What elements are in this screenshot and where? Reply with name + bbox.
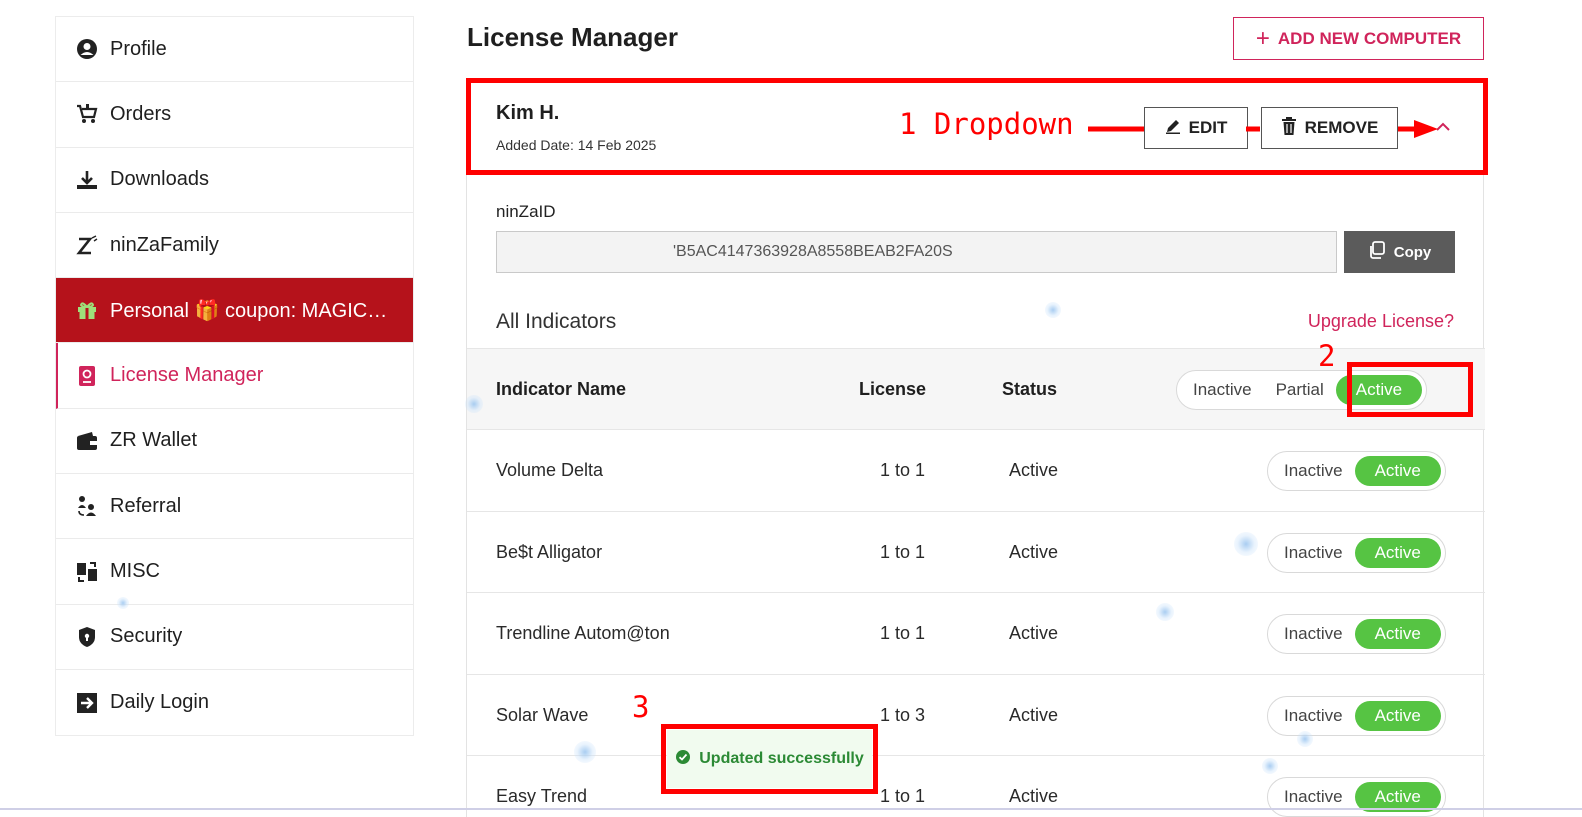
active-option[interactable]: Active bbox=[1354, 619, 1441, 649]
sidebar-item-label: ZR Wallet bbox=[110, 429, 198, 452]
sidebar-item-daily-login[interactable]: Daily Login bbox=[56, 670, 413, 735]
indicator-name: Volume Delta bbox=[496, 460, 604, 480]
inactive-option[interactable]: Inactive bbox=[1272, 619, 1355, 649]
annotation-label-1: 1 Dropdown bbox=[899, 107, 1074, 141]
column-license: License bbox=[859, 379, 927, 399]
download-icon bbox=[76, 169, 98, 191]
sidebar-item-misc[interactable]: MISC bbox=[56, 539, 413, 605]
decor-bubble bbox=[1156, 603, 1174, 621]
decor-bubble bbox=[1262, 758, 1278, 774]
indicator-license: 1 to 1 bbox=[879, 623, 925, 643]
bulk-partial-option[interactable]: Partial bbox=[1264, 375, 1336, 405]
annotation-label-3: 3 bbox=[632, 690, 650, 724]
indicator-status: Active bbox=[1009, 623, 1059, 643]
decor-bubble bbox=[1045, 302, 1061, 318]
indicator-license: 1 to 1 bbox=[879, 541, 925, 562]
inactive-option[interactable]: Inactive bbox=[1272, 456, 1355, 486]
copy-icon bbox=[1368, 241, 1386, 263]
sidebar-item-label: MISC bbox=[110, 560, 160, 583]
sidebar-item-security[interactable]: Security bbox=[56, 605, 413, 670]
computer-panel: Kim H. Added Date: 14 Feb 2025 EDIT REMO… bbox=[466, 78, 1485, 817]
bottom-divider bbox=[0, 808, 1582, 810]
sidebar-item-label: Profile bbox=[110, 37, 167, 60]
active-option[interactable]: Active bbox=[1354, 537, 1441, 568]
table-row: Trendline Autom@ton 1 to 1 Active Inacti… bbox=[467, 593, 1485, 675]
indicator-name: Easy Trend bbox=[496, 786, 588, 806]
sidebar-item-downloads[interactable]: Downloads bbox=[56, 148, 413, 213]
user-circle-icon bbox=[76, 38, 98, 60]
table-row: Be$t Alligator 1 to 1 Active Inactive Ac… bbox=[467, 512, 1485, 593]
status-toggle: Inactive Active bbox=[1267, 614, 1446, 654]
indicator-license: 1 to 1 bbox=[879, 460, 925, 480]
sidebar-item-label: Downloads bbox=[110, 168, 209, 191]
inactive-option[interactable]: Inactive bbox=[1272, 538, 1355, 568]
column-indicator-name: Indicator Name bbox=[496, 379, 627, 399]
decor-bubble bbox=[465, 395, 483, 413]
annotation-arrow bbox=[1088, 120, 1438, 138]
add-new-computer-label: ADD NEW COMPUTER bbox=[1277, 28, 1462, 48]
indicator-license: 1 to 3 bbox=[879, 704, 925, 725]
login-icon bbox=[76, 692, 98, 714]
license-icon bbox=[76, 365, 98, 387]
status-toggle: Inactive Active bbox=[1267, 777, 1446, 817]
active-option[interactable]: Active bbox=[1354, 700, 1441, 731]
page-title: License Manager bbox=[467, 22, 678, 52]
referral-icon bbox=[76, 495, 98, 517]
sidebar-item-orders[interactable]: Orders bbox=[56, 82, 413, 148]
indicator-status: Active bbox=[1009, 704, 1059, 725]
annotation-label-2: 2 bbox=[1318, 339, 1336, 373]
inactive-option[interactable]: Inactive bbox=[1272, 701, 1355, 731]
ninzaid-label: ninZaID bbox=[496, 202, 556, 221]
plus-icon: + bbox=[1255, 24, 1270, 52]
sidebar-item-label: ninZaFamily bbox=[110, 233, 219, 256]
annotation-box-3 bbox=[661, 724, 878, 794]
bulk-inactive-option[interactable]: Inactive bbox=[1181, 375, 1264, 405]
active-option[interactable]: Active bbox=[1354, 456, 1441, 486]
copy-label: Copy bbox=[1393, 243, 1432, 261]
indicator-status: Active bbox=[1009, 460, 1059, 480]
sidebar-item-label: Orders bbox=[110, 102, 172, 125]
column-status: Status bbox=[1002, 379, 1058, 399]
annotation-box-2 bbox=[1347, 362, 1473, 417]
table-row: Solar Wave 1 to 3 Active Inactive Active bbox=[467, 675, 1485, 756]
misc-icon bbox=[76, 561, 98, 583]
sidebar: Profile Orders Downloads ninZaFamily Per… bbox=[56, 17, 413, 736]
sidebar-item-zr-wallet[interactable]: ZR Wallet bbox=[56, 409, 413, 475]
status-toggle: Inactive Active bbox=[1267, 451, 1446, 491]
sidebar-item-label: Referral bbox=[110, 494, 182, 517]
sidebar-item-label: License Manager bbox=[110, 364, 264, 387]
indicator-status: Active bbox=[1009, 786, 1059, 806]
sidebar-item-coupon[interactable]: Personal 🎁 coupon: MAGICAL... bbox=[56, 278, 413, 344]
sidebar-item-ninzafamily[interactable]: ninZaFamily bbox=[56, 213, 413, 279]
cart-icon bbox=[76, 103, 98, 125]
table-row: Volume Delta 1 to 1 Active Inactive Acti… bbox=[467, 430, 1485, 512]
indicator-status: Active bbox=[1009, 541, 1059, 562]
gift-icon bbox=[76, 299, 98, 321]
all-indicators-title: All Indicators bbox=[496, 310, 617, 333]
sidebar-item-label: Daily Login bbox=[110, 691, 209, 714]
decor-bubble bbox=[117, 597, 129, 609]
indicator-name: Solar Wave bbox=[496, 704, 589, 725]
ninzaid-field[interactable] bbox=[496, 231, 1337, 273]
indicator-name: Be$t Alligator bbox=[496, 541, 603, 562]
decor-bubble bbox=[1234, 532, 1258, 556]
copy-button[interactable]: Copy bbox=[1344, 231, 1455, 273]
add-new-computer-button[interactable]: + ADD NEW COMPUTER bbox=[1233, 17, 1484, 60]
upgrade-license-link[interactable]: Upgrade License? bbox=[1308, 311, 1454, 332]
indicator-name: Trendline Autom@ton bbox=[496, 623, 670, 643]
ninza-z-icon bbox=[76, 234, 98, 256]
decor-bubble bbox=[1297, 731, 1313, 747]
shield-icon bbox=[76, 626, 98, 648]
sidebar-item-profile[interactable]: Profile bbox=[56, 17, 413, 83]
sidebar-item-license-manager[interactable]: License Manager bbox=[56, 343, 413, 409]
page: Profile Orders Downloads ninZaFamily Per… bbox=[0, 0, 1582, 817]
sidebar-item-label: Personal 🎁 coupon: MAGICAL... bbox=[110, 299, 400, 322]
status-toggle: Inactive Active bbox=[1267, 532, 1446, 573]
sidebar-item-label: Security bbox=[110, 625, 183, 648]
sidebar-item-referral[interactable]: Referral bbox=[56, 474, 413, 540]
status-toggle: Inactive Active bbox=[1267, 695, 1446, 736]
decor-bubble bbox=[574, 741, 596, 763]
indicator-license: 1 to 1 bbox=[879, 786, 925, 806]
wallet-icon bbox=[76, 430, 98, 452]
